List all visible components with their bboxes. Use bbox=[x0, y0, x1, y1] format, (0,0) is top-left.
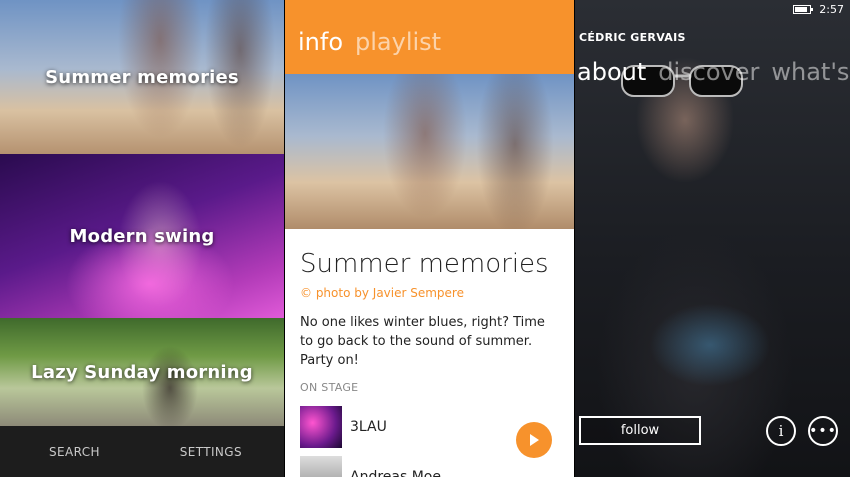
play-icon bbox=[530, 434, 539, 446]
pivot-about[interactable]: about bbox=[577, 58, 646, 86]
pivot-header: info playlist bbox=[285, 0, 574, 74]
battery-icon bbox=[793, 4, 814, 14]
pivot-discover[interactable]: discover bbox=[658, 58, 759, 86]
playlist-description: No one likes winter blues, right? Time t… bbox=[300, 315, 545, 368]
playlist-tile-label: Summer memories bbox=[45, 66, 239, 88]
photo-credit[interactable]: © photo by Javier Sempere bbox=[300, 286, 464, 300]
playlist-tile-label: Modern swing bbox=[69, 225, 215, 247]
pivot-info[interactable]: info bbox=[298, 28, 343, 56]
app-bar: SEARCH SETTINGS bbox=[0, 426, 284, 477]
playlist-tile-summer[interactable]: Summer memories bbox=[0, 0, 284, 154]
hero-image bbox=[285, 74, 574, 229]
more-icon[interactable]: ••• bbox=[808, 416, 838, 446]
artist-name: Andreas Moe bbox=[350, 469, 441, 477]
artist-panel: 2:57 CÉDRIC GERVAIS about discover what's … bbox=[575, 0, 850, 477]
artist-thumbnail bbox=[300, 406, 342, 448]
play-button[interactable] bbox=[516, 422, 552, 458]
playlist-panel: Summer memories Modern swing Lazy Sunday… bbox=[0, 0, 284, 477]
info-panel: info playlist Summer memories © photo by… bbox=[285, 0, 574, 477]
status-bar: 2:57 bbox=[575, 0, 850, 18]
artist-name-title: CÉDRIC GERVAIS bbox=[579, 31, 686, 44]
artist-list-item[interactable]: Andreas Moe bbox=[300, 456, 560, 477]
artist-name: 3LAU bbox=[350, 419, 387, 435]
artist-photo bbox=[620, 285, 800, 405]
playlist-title: Summer memories bbox=[300, 249, 549, 279]
playlist-tile-label: Lazy Sunday morning bbox=[31, 361, 253, 383]
pivot-whats-new[interactable]: what's n bbox=[771, 58, 850, 86]
section-label: ON STAGE bbox=[300, 381, 359, 394]
playlist-tile-swing[interactable]: Modern swing bbox=[0, 154, 284, 318]
pivot-playlist[interactable]: playlist bbox=[355, 28, 441, 56]
artist-thumbnail bbox=[300, 456, 342, 477]
clock: 2:57 bbox=[819, 2, 844, 16]
search-button[interactable]: SEARCH bbox=[49, 445, 100, 459]
pivot-header: about discover what's n bbox=[577, 58, 850, 86]
info-icon[interactable]: i bbox=[766, 416, 796, 446]
playlist-tile-sunday[interactable]: Lazy Sunday morning bbox=[0, 318, 284, 426]
settings-button[interactable]: SETTINGS bbox=[180, 445, 242, 459]
follow-button[interactable]: follow bbox=[579, 416, 701, 445]
